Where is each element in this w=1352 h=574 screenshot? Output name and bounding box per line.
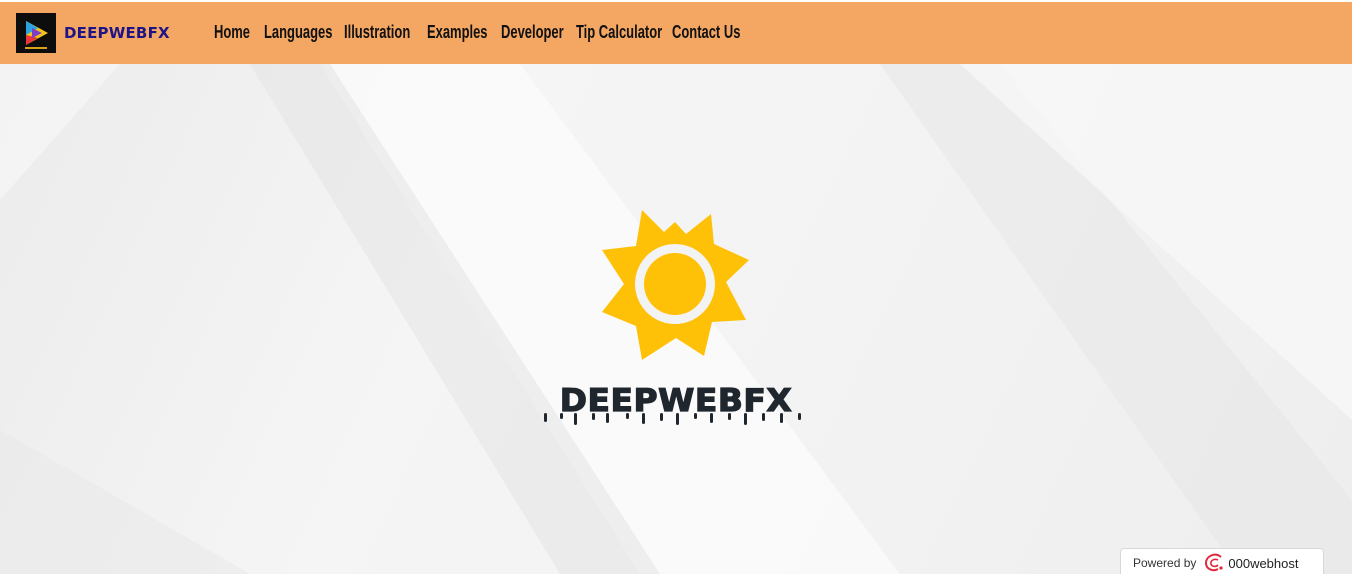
nav-tip-calculator[interactable]: Tip Calculator	[576, 22, 662, 43]
brand[interactable]: DEEPWEBFX	[16, 13, 170, 53]
nav-illustration[interactable]: Illustration	[344, 22, 410, 43]
navbar: DEEPWEBFX Home Languages Illustration Ex…	[0, 2, 1352, 64]
webhost-swirl-icon	[1205, 553, 1223, 572]
nav-contact-us[interactable]: Contact Us	[672, 22, 740, 43]
powered-by-brand: 000webhost	[1228, 555, 1299, 571]
hero-title: DEEPWEBFX	[538, 382, 814, 427]
powered-by-label: Powered by	[1133, 556, 1197, 570]
drip-decoration	[544, 413, 801, 425]
nav-languages[interactable]: Languages	[264, 22, 332, 43]
nav-home[interactable]: Home	[214, 22, 250, 43]
play-logo-icon	[16, 13, 56, 53]
nav-developer[interactable]: Developer	[501, 22, 564, 43]
nav-examples[interactable]: Examples	[427, 22, 488, 43]
sun-icon	[602, 210, 749, 360]
powered-by-badge[interactable]: Powered by 000webhost	[1120, 548, 1324, 574]
top-edge-strip	[0, 0, 1352, 2]
brand-name: DEEPWEBFX	[64, 24, 170, 42]
